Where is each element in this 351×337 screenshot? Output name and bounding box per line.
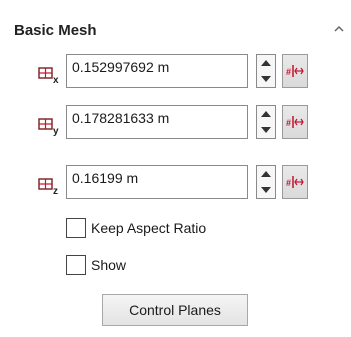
mesh-size-y-row: y 0.178281633 m # — [0, 103, 351, 143]
mesh-size-y-spinner — [256, 105, 276, 139]
svg-text:z: z — [53, 186, 58, 196]
spin-down-icon — [261, 127, 271, 133]
show-label[interactable]: Show — [91, 257, 126, 273]
keep-aspect-ratio-checkbox[interactable] — [66, 218, 86, 238]
keep-aspect-ratio-option[interactable]: Keep Aspect Ratio — [64, 217, 314, 241]
spin-down-icon — [261, 76, 271, 82]
chevron-up-icon[interactable] — [333, 24, 345, 34]
mesh-size-z-input[interactable]: 0.16199 m — [66, 165, 248, 199]
svg-text:#: # — [286, 178, 291, 188]
show-checkbox[interactable] — [66, 255, 86, 275]
link-values-icon: # — [286, 116, 304, 128]
mesh-size-x-row: x 0.152997692 m # — [0, 52, 351, 92]
mesh-y-icon: y — [38, 118, 59, 136]
spin-down-button[interactable] — [257, 182, 275, 198]
spin-down-button[interactable] — [257, 71, 275, 87]
svg-text:#: # — [286, 118, 291, 128]
spin-up-icon — [261, 111, 271, 117]
svg-text:y: y — [53, 126, 59, 136]
mesh-size-x-input[interactable]: 0.152997692 m — [66, 54, 248, 88]
section-title: Basic Mesh — [14, 22, 97, 39]
link-values-button[interactable]: # — [282, 54, 308, 88]
keep-aspect-ratio-label[interactable]: Keep Aspect Ratio — [91, 220, 206, 236]
mesh-size-z-row: z 0.16199 m # — [0, 163, 351, 203]
spin-up-icon — [261, 60, 271, 66]
mesh-size-z-spinner — [256, 165, 276, 199]
spin-up-button[interactable] — [257, 166, 275, 183]
link-values-icon: # — [286, 65, 304, 77]
link-values-button[interactable]: # — [282, 105, 308, 139]
mesh-x-icon: x — [38, 67, 59, 85]
link-values-button[interactable]: # — [282, 165, 308, 199]
svg-text:#: # — [286, 67, 291, 77]
svg-text:x: x — [53, 75, 59, 85]
control-planes-button[interactable]: Control Planes — [102, 294, 248, 326]
spin-down-icon — [261, 187, 271, 193]
spin-down-button[interactable] — [257, 122, 275, 138]
basic-mesh-panel: Basic Mesh x 0.152997692 m # y 0.1782816… — [0, 0, 351, 337]
link-values-icon: # — [286, 176, 304, 188]
mesh-size-x-spinner — [256, 54, 276, 88]
spin-up-button[interactable] — [257, 106, 275, 123]
mesh-z-icon: z — [38, 178, 58, 196]
mesh-size-y-input[interactable]: 0.178281633 m — [66, 105, 248, 139]
spin-up-button[interactable] — [257, 55, 275, 72]
show-option[interactable]: Show — [64, 254, 314, 278]
spin-up-icon — [261, 171, 271, 177]
